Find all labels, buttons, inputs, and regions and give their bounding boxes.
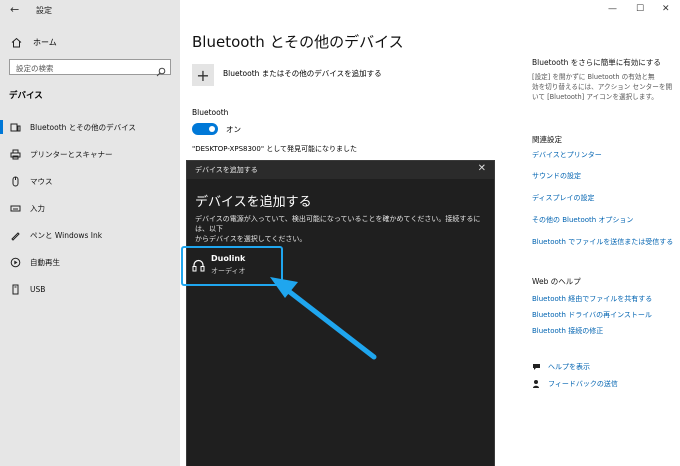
bluetooth-label: Bluetooth xyxy=(192,108,229,117)
sidebar-item-label: 入力 xyxy=(30,203,45,213)
sidebar-item-label: Bluetooth とその他のデバイス xyxy=(30,122,136,132)
add-device-label[interactable]: Bluetooth またはその他のデバイスを追加する xyxy=(223,68,382,79)
sidebar-item-label: 自動再生 xyxy=(30,257,60,267)
toggle-state-label: オン xyxy=(226,125,241,134)
indicator xyxy=(0,255,3,269)
sidebar-item-home[interactable]: ホーム xyxy=(9,34,57,50)
minimize-button[interactable]: — xyxy=(608,4,617,14)
headphones-icon xyxy=(192,257,205,276)
device-item-duolink[interactable]: Duolink オーディオ xyxy=(181,246,283,286)
dialog-description-line-2: からデバイスを選択してください。 xyxy=(195,235,307,243)
dialog-description: デバイスの電源が入っていて、検出可能になっていることを確かめてください。接続する… xyxy=(195,214,489,244)
help-link-label: ヘルプを表示 xyxy=(548,363,590,371)
home-icon xyxy=(9,35,23,49)
sidebar-item-usb[interactable]: USB xyxy=(0,279,180,299)
maximize-button[interactable]: ☐ xyxy=(636,4,644,14)
keyboard-icon xyxy=(8,201,22,215)
sidebar-item-pen[interactable]: ペンと Windows Ink xyxy=(0,225,180,245)
indicator xyxy=(0,228,3,242)
indicator xyxy=(0,147,3,161)
dialog-description-line-1: デバイスの電源が入っていて、検出可能になっていることを確かめてください。接続する… xyxy=(195,215,481,233)
pen-icon xyxy=(8,228,22,242)
discoverable-text: "DESKTOP-XPS8300" として発見可能になりました xyxy=(192,145,358,153)
link-reinstall-driver[interactable]: Bluetooth ドライバの再インストール xyxy=(532,310,652,320)
dialog-title-bar: デバイスを追加する ✕ xyxy=(187,161,494,179)
close-button[interactable]: ✕ xyxy=(662,4,670,14)
sidebar-item-mouse[interactable]: マウス xyxy=(0,171,180,191)
link-display-settings[interactable]: ディスプレイの設定 xyxy=(532,193,595,203)
indicator xyxy=(0,201,3,215)
printer-icon xyxy=(8,147,22,161)
quick-bluetooth-desc-1: [設定] を開かずに Bluetooth の有効と無 xyxy=(532,73,655,81)
related-settings-heading: 関連設定 xyxy=(532,135,562,144)
indicator xyxy=(0,282,3,296)
active-indicator xyxy=(0,120,3,134)
mouse-icon xyxy=(8,174,22,188)
toggle-knob xyxy=(209,126,215,132)
device-name: Duolink xyxy=(211,254,246,263)
home-label: ホーム xyxy=(33,37,57,47)
dialog-title: デバイスを追加する xyxy=(195,166,258,174)
bluetooth-toggle[interactable] xyxy=(192,123,218,135)
sidebar-item-input[interactable]: 入力 xyxy=(0,198,180,218)
indicator xyxy=(0,174,3,188)
dialog-close-button[interactable]: ✕ xyxy=(478,163,486,174)
sidebar-item-label: USB xyxy=(30,284,46,294)
web-help-heading: Web のヘルプ xyxy=(532,277,581,286)
link-bluetooth-file-transfer[interactable]: Bluetooth でファイルを送信または受信する xyxy=(532,237,673,247)
search-icon[interactable] xyxy=(156,62,166,81)
device-type: オーディオ xyxy=(211,267,246,275)
feedback-link[interactable]: フィードバックの送信 xyxy=(532,379,618,389)
sidebar-item-label: プリンターとスキャナー xyxy=(30,149,113,159)
quick-bluetooth-desc-2: 効を切り替えるには、アクション センターを開 xyxy=(532,83,673,91)
sidebar-item-printers[interactable]: プリンターとスキャナー xyxy=(0,144,180,164)
sidebar: ← 設定 ホーム 設定の検索 デバイス Bluetooth とその他のデバイス … xyxy=(0,0,180,466)
sidebar-item-bluetooth[interactable]: Bluetooth とその他のデバイス xyxy=(0,117,180,137)
feedback-link-label: フィードバックの送信 xyxy=(548,380,618,388)
sidebar-item-label: ペンと Windows Ink xyxy=(30,230,103,240)
section-title-devices: デバイス xyxy=(9,91,43,101)
link-share-files[interactable]: Bluetooth 経由でファイルを共有する xyxy=(532,294,652,304)
bluetooth-devices-icon xyxy=(8,120,22,134)
back-arrow-icon[interactable]: ← xyxy=(10,3,19,16)
help-link[interactable]: ヘルプを表示 xyxy=(532,362,590,372)
search-input[interactable]: 設定の検索 xyxy=(9,59,171,77)
link-sound-settings[interactable]: サウンドの設定 xyxy=(532,171,581,181)
dialog-heading: デバイスを追加する xyxy=(195,195,312,210)
add-device-button[interactable]: + xyxy=(192,64,214,86)
autoplay-icon xyxy=(8,255,22,269)
page-title: Bluetooth とその他のデバイス xyxy=(192,33,404,51)
link-fix-connection[interactable]: Bluetooth 接続の修正 xyxy=(532,326,603,336)
add-device-dialog: デバイスを追加する ✕ デバイスを追加する デバイスの電源が入っていて、検出可能… xyxy=(181,161,494,466)
feedback-person-icon xyxy=(532,379,542,389)
plus-icon: + xyxy=(196,65,210,85)
search-placeholder: 設定の検索 xyxy=(16,64,54,73)
usb-icon xyxy=(8,282,22,296)
sidebar-item-autoplay[interactable]: 自動再生 xyxy=(0,252,180,272)
help-chat-icon xyxy=(532,362,542,372)
quick-bluetooth-heading: Bluetooth をさらに簡単に有効にする xyxy=(532,58,661,67)
quick-bluetooth-desc-3: いて [Bluetooth] アイコンを選択します。 xyxy=(532,93,658,101)
title-bar: ← 設定 xyxy=(0,0,180,20)
link-more-bluetooth-options[interactable]: その他の Bluetooth オプション xyxy=(532,215,633,225)
app-title: 設定 xyxy=(36,6,52,15)
sidebar-item-label: マウス xyxy=(30,176,53,186)
link-devices-printers[interactable]: デバイスとプリンター xyxy=(532,150,602,160)
